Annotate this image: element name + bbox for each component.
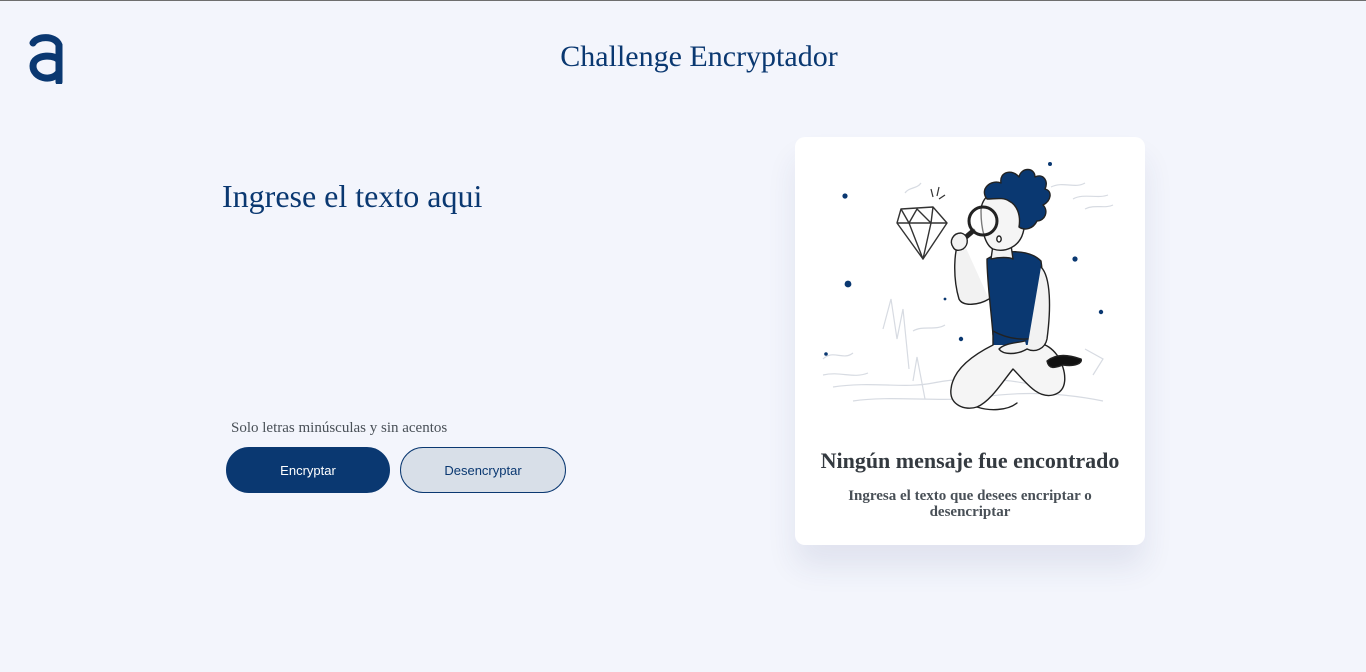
empty-result-subtitle: Ingresa el texto que desees encriptar o … [848,488,1092,520]
input-hint: Solo letras minúsculas y sin acentos [231,420,448,436]
app-title: Challenge Encryptador [560,40,838,73]
encrypt-button[interactable]: Encryptar [226,447,390,493]
result-panel: Ningún mensaje fue encontrado Ingresa el… [795,137,1145,545]
decrypt-button[interactable]: Desencryptar [400,447,566,493]
person-with-magnifying-glass-illustration [822,162,1114,411]
empty-result-title: Ningún mensaje fue encontrado [820,448,1120,473]
text-input[interactable] [222,178,742,398]
window-top-border [0,0,1366,1]
